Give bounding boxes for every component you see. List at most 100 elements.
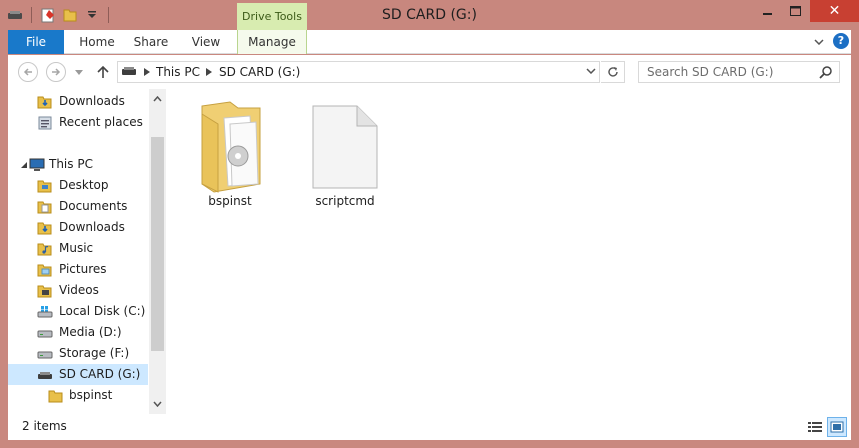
recent-places-icon	[38, 116, 52, 130]
chevron-up-icon	[153, 96, 162, 102]
close-button[interactable]: ✕	[810, 0, 859, 22]
nav-item-documents[interactable]: Documents	[8, 196, 148, 217]
back-button[interactable]	[18, 62, 38, 82]
tab-home[interactable]: Home	[68, 30, 126, 54]
nav-item-label: Downloads	[59, 94, 125, 108]
scroll-up-button[interactable]	[149, 89, 166, 109]
breadcrumb-this-pc[interactable]: This PC	[156, 65, 200, 79]
breadcrumb-separator-icon[interactable]	[144, 68, 150, 76]
window-title: SD CARD (G:)	[382, 7, 477, 23]
nav-item-label: Documents	[59, 199, 128, 213]
nav-item-this-pc[interactable]: This PC	[8, 154, 148, 175]
toolbar-separator	[108, 7, 109, 23]
nav-pane-scrollbar[interactable]	[149, 89, 166, 414]
nav-item-bspinst[interactable]: bspinst	[8, 385, 148, 406]
nav-item-media-d[interactable]: Media (D:)	[8, 322, 148, 343]
nav-item-label: Pictures	[59, 262, 107, 276]
scrollbar-thumb[interactable]	[151, 137, 164, 351]
chevron-down-icon	[814, 39, 824, 45]
chevron-down-icon	[75, 69, 83, 75]
properties-icon[interactable]	[39, 6, 57, 24]
nav-item-storage-f[interactable]: Storage (F:)	[8, 343, 148, 364]
nav-item-label: Downloads	[59, 220, 125, 234]
music-folder-icon	[37, 243, 52, 256]
documents-folder-icon	[37, 201, 52, 214]
nav-item-music[interactable]: Music	[8, 238, 148, 259]
close-icon: ✕	[828, 3, 841, 19]
details-view-button[interactable]	[805, 417, 825, 437]
nav-item-pictures[interactable]: Pictures	[8, 259, 148, 280]
help-icon[interactable]: ?	[833, 33, 849, 49]
ribbon-tab-bar: File Home Share View Manage ?	[8, 30, 851, 54]
customize-toolbar-icon[interactable]	[83, 6, 101, 24]
nav-item-downloads[interactable]: Downloads	[8, 91, 148, 112]
nav-item-label: SD CARD (G:)	[59, 367, 141, 381]
arrow-up-icon	[97, 65, 109, 78]
scroll-down-button[interactable]	[149, 394, 166, 414]
nav-item-label: Desktop	[59, 178, 109, 192]
downloads-folder-icon	[37, 96, 52, 109]
new-folder-icon[interactable]	[61, 6, 79, 24]
quick-access-toolbar	[6, 5, 112, 25]
expand-ribbon-button[interactable]	[811, 34, 827, 50]
folder-icon	[48, 390, 63, 403]
hard-drive-icon	[37, 351, 53, 359]
tab-file[interactable]: File	[8, 30, 64, 54]
drive-icon	[6, 6, 24, 24]
computer-icon	[29, 158, 45, 171]
windows-drive-icon	[37, 306, 53, 318]
nav-item-local-disk-c[interactable]: Local Disk (C:)	[8, 301, 148, 322]
search-input[interactable]	[639, 62, 817, 82]
nav-item-label: Local Disk (C:)	[59, 304, 146, 318]
file-item-scriptcmd[interactable]: scriptcmd	[302, 98, 388, 214]
nav-item-label: bspinst	[69, 388, 113, 402]
explorer-main-area: Downloads Recent places This PC Desktop …	[8, 89, 851, 414]
details-view-icon	[808, 422, 822, 432]
downloads-folder-icon	[37, 222, 52, 235]
arrow-right-icon	[52, 68, 61, 76]
refresh-icon	[607, 67, 618, 77]
tab-share[interactable]: Share	[128, 30, 174, 54]
blank-file-icon	[312, 105, 378, 189]
breadcrumb-sd-card[interactable]: SD CARD (G:)	[219, 65, 300, 79]
maximize-icon	[789, 6, 801, 16]
breadcrumb-separator-icon[interactable]	[206, 68, 212, 76]
desktop-folder-icon	[37, 180, 52, 193]
file-list-view[interactable]: bspinst scriptcmd	[166, 89, 851, 414]
nav-item-label: Music	[59, 241, 94, 255]
tab-manage[interactable]: Manage	[237, 30, 307, 54]
recent-locations-button[interactable]	[74, 67, 84, 77]
up-button[interactable]	[94, 63, 112, 81]
drive-tools-context-tab: Drive Tools	[237, 3, 307, 30]
title-bar: Drive Tools SD CARD (G:) ✕	[0, 0, 859, 30]
large-icons-view-icon	[830, 421, 844, 433]
large-icons-view-button[interactable]	[827, 417, 847, 437]
nav-item-label: Recent places	[59, 115, 143, 129]
videos-folder-icon	[37, 285, 52, 298]
nav-item-videos[interactable]: Videos	[8, 280, 148, 301]
navigation-bar: This PC SD CARD (G:)	[8, 55, 851, 89]
navigation-pane: Downloads Recent places This PC Desktop …	[8, 89, 166, 414]
toolbar-separator	[31, 7, 32, 23]
pictures-folder-icon	[37, 264, 52, 277]
forward-button[interactable]	[46, 62, 66, 82]
search-icon[interactable]	[819, 65, 833, 79]
nav-item-downloads[interactable]: Downloads	[8, 217, 148, 238]
window-bottom-border	[0, 440, 859, 448]
chevron-down-icon[interactable]	[586, 68, 596, 74]
nav-item-label: Storage (F:)	[59, 346, 130, 360]
maximize-button[interactable]	[778, 0, 812, 22]
sd-card-drive-icon	[38, 372, 52, 379]
file-item-bspinst[interactable]: bspinst	[187, 98, 273, 214]
address-bar[interactable]: This PC SD CARD (G:)	[117, 61, 600, 83]
file-name: scriptcmd	[315, 194, 375, 208]
minimize-icon	[763, 13, 772, 15]
refresh-button[interactable]	[601, 61, 625, 83]
hard-drive-icon	[37, 330, 53, 338]
nav-item-desktop[interactable]: Desktop	[8, 175, 148, 196]
nav-item-sd-card-g[interactable]: SD CARD (G:)	[8, 364, 148, 385]
search-box[interactable]	[638, 61, 840, 83]
nav-item-recent-places[interactable]: Recent places	[8, 112, 148, 133]
tab-view[interactable]: View	[180, 30, 232, 54]
file-name: bspinst	[208, 194, 252, 208]
